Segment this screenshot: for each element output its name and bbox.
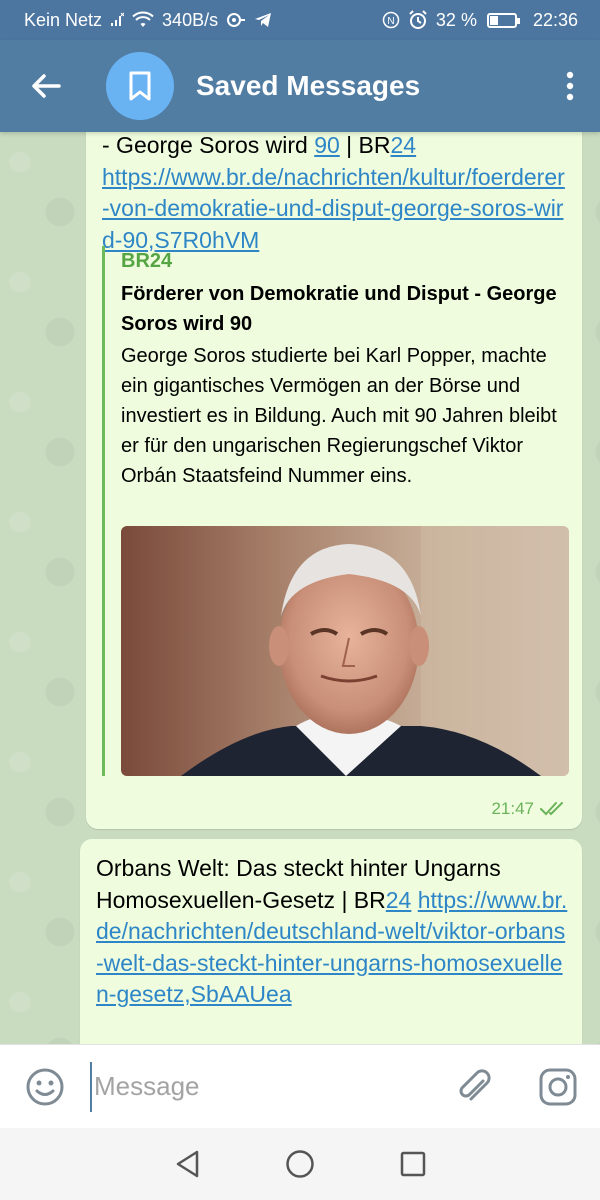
- message-time-text: 21:47: [491, 799, 534, 818]
- message-title-text: - George Soros wird: [102, 132, 315, 158]
- battery-icon: [486, 12, 520, 28]
- paperclip-icon: [459, 1068, 491, 1100]
- telegram-icon: [255, 13, 272, 27]
- more-menu-button[interactable]: [540, 40, 600, 132]
- attach-button[interactable]: [432, 1045, 516, 1129]
- double-check-icon: [540, 802, 563, 816]
- preview-description: George Soros studierte bei Karl Popper, …: [121, 345, 557, 487]
- nav-home-button[interactable]: [270, 1134, 330, 1194]
- preview-site-name: BR24: [121, 250, 173, 272]
- br-link[interactable]: 24: [386, 887, 412, 913]
- svg-text:N: N: [387, 16, 394, 27]
- bookmark-icon: [129, 71, 151, 101]
- app-bar: Saved Messages: [0, 40, 600, 132]
- message-separator-text: | BR: [339, 132, 391, 158]
- message-text: - George Soros wird 90 | BR24 https://ww…: [102, 132, 568, 256]
- circle-home-icon: [286, 1150, 314, 1178]
- clock: 22:36: [532, 9, 578, 30]
- avatar[interactable]: [106, 52, 174, 120]
- no-signal-icon: [111, 12, 125, 26]
- chat-area[interactable]: - George Soros wird 90 | BR24 https://ww…: [0, 132, 600, 1044]
- network-status: Kein Netz: [24, 9, 103, 30]
- arrow-left-icon: [32, 74, 61, 98]
- nav-recent-button[interactable]: [383, 1134, 443, 1194]
- emoji-button[interactable]: [0, 1045, 90, 1129]
- message-bubble[interactable]: Orbans Welt: Das steckt hinter Ungarns H…: [80, 839, 582, 1044]
- preview-title: Förderer von Demokratie und Disput - Geo…: [121, 283, 557, 335]
- system-nav-bar: [0, 1128, 600, 1200]
- message-bubble[interactable]: - George Soros wird 90 | BR24 https://ww…: [86, 132, 582, 829]
- message-url-link[interactable]: https://www.br.de/nachrichten/kultur/foe…: [102, 162, 568, 257]
- alarm-icon: [409, 10, 427, 29]
- battery-percent: 32 %: [435, 9, 477, 30]
- link-preview[interactable]: BR24 Förderer von Demokratie und Disput …: [102, 246, 569, 776]
- camera-icon: [539, 1068, 577, 1105]
- triangle-back-icon: [176, 1150, 198, 1178]
- preview-image[interactable]: [121, 526, 569, 776]
- portrait-photo: [121, 526, 569, 776]
- wifi-icon: [132, 11, 154, 27]
- nav-back-button[interactable]: [157, 1134, 217, 1194]
- status-bar: Kein Netz 340B/s N 32 % 22:36: [0, 0, 600, 40]
- br-link[interactable]: 24: [391, 132, 417, 158]
- square-recent-icon: [401, 1151, 426, 1177]
- smiley-icon: [26, 1068, 64, 1105]
- vpn-icon: [227, 13, 246, 27]
- message-time: 21:47: [491, 799, 568, 819]
- message-text: Orbans Welt: Das steckt hinter Ungarns H…: [96, 853, 568, 1011]
- message-input[interactable]: [90, 1061, 432, 1112]
- number-link[interactable]: 90: [314, 132, 340, 158]
- message-input-bar: [0, 1044, 600, 1128]
- chat-title[interactable]: Saved Messages: [196, 70, 540, 102]
- nfc-icon: N: [382, 11, 400, 29]
- more-vertical-icon: [566, 71, 574, 101]
- camera-button[interactable]: [516, 1045, 600, 1129]
- back-button[interactable]: [0, 40, 92, 132]
- network-speed: 340B/s: [162, 9, 219, 30]
